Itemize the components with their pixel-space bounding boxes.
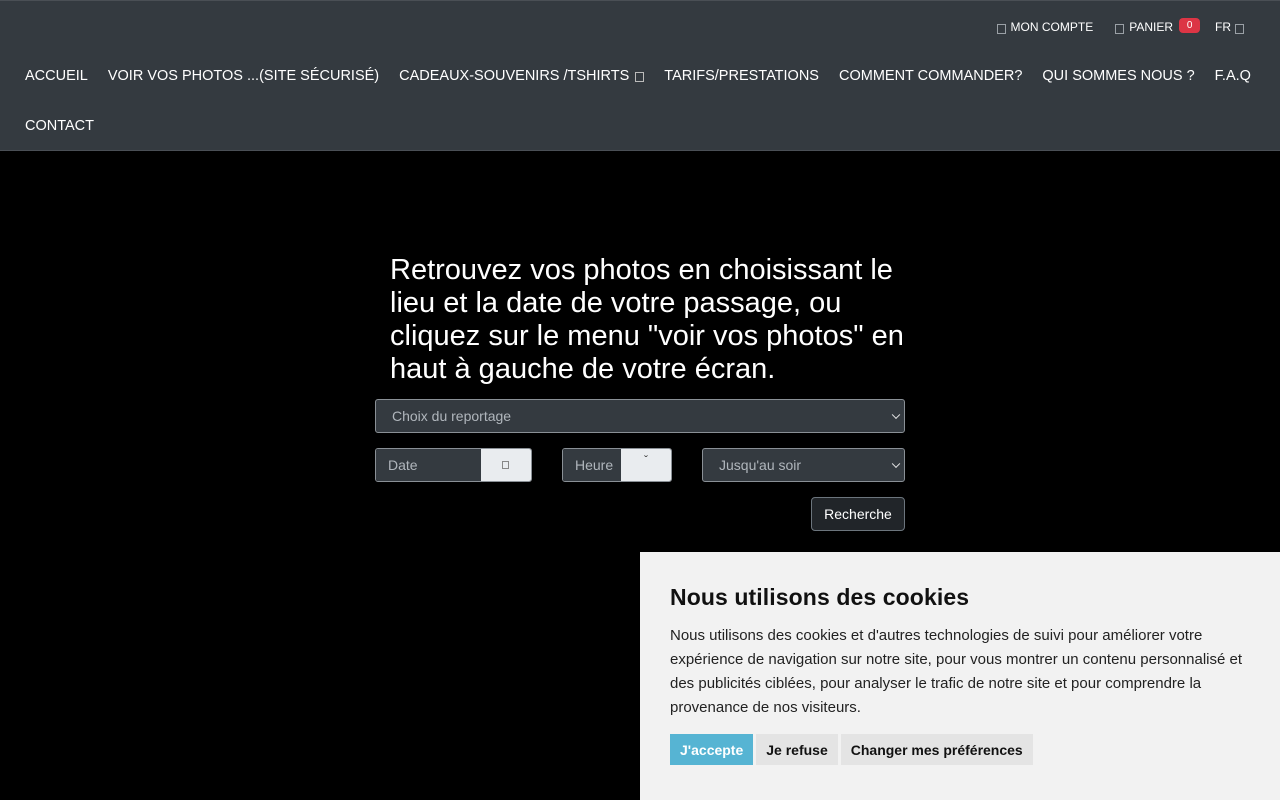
date-input[interactable]: Date	[376, 449, 481, 481]
cart-link[interactable]: PANIER 0	[1115, 18, 1201, 34]
time-field-group: Heure ˇ	[562, 448, 672, 482]
chevron-down-icon	[1235, 23, 1244, 34]
refuse-cookies-button[interactable]: Je refuse	[756, 734, 838, 765]
search-button[interactable]: Recherche	[811, 497, 905, 531]
cookie-title: Nous utilisons des cookies	[670, 584, 970, 610]
calendar-icon	[502, 461, 510, 469]
top-utility-bar: MON COMPTE PANIER 0 FR	[975, 14, 1244, 40]
main-nav-row-2: CONTACT	[25, 118, 114, 134]
reportage-select-value: Choix du reportage	[392, 408, 512, 424]
nav-item-tarifs[interactable]: TARIFS/PRESTATIONS	[664, 68, 819, 84]
account-label: MON COMPTE	[1010, 20, 1094, 34]
cart-icon	[1115, 23, 1125, 34]
user-icon	[996, 23, 1006, 34]
cookie-banner: Nous utilisons des cookies Nous utilison…	[640, 552, 1280, 800]
main-nav: ACCUEIL VOIR VOS PHOTOS ...(SITE SÉCURIS…	[25, 68, 1271, 84]
language-selector[interactable]: FR	[1215, 20, 1244, 34]
chevron-down-icon	[891, 459, 901, 469]
clock-icon: ˇ	[644, 453, 649, 467]
nav-item-cadeaux-label: CADEAUX-SOUVENIRS /TSHIRTS	[399, 68, 630, 84]
nav-item-voir-vos-photos[interactable]: VOIR VOS PHOTOS ...(SITE SÉCURISÉ)	[108, 68, 379, 84]
account-link[interactable]: MON COMPTE	[996, 20, 1094, 34]
dropdown-icon	[635, 72, 645, 82]
cookie-preferences-button[interactable]: Changer mes préférences	[840, 734, 1033, 765]
nav-item-cadeaux[interactable]: CADEAUX-SOUVENIRS /TSHIRTS	[399, 68, 645, 84]
site-header: MON COMPTE PANIER 0 FR ACCUEIL VOIR VOS …	[0, 0, 1280, 151]
reportage-select[interactable]: Choix du reportage	[375, 399, 905, 433]
until-select-value: Jusqu'au soir	[719, 457, 802, 473]
cart-count-badge: 0	[1179, 18, 1201, 33]
cart-label: PANIER	[1129, 20, 1173, 34]
until-select[interactable]: Jusqu'au soir	[702, 448, 905, 482]
calendar-button[interactable]	[480, 449, 531, 481]
cookie-body: Nous utilisons des cookies et d'autres t…	[670, 627, 1243, 716]
time-input[interactable]: Heure	[563, 449, 622, 481]
nav-item-faq[interactable]: F.A.Q	[1215, 68, 1251, 84]
nav-item-contact[interactable]: CONTACT	[25, 118, 94, 134]
accept-cookies-button[interactable]: J'accepte	[670, 734, 754, 765]
nav-item-accueil[interactable]: ACCUEIL	[25, 68, 88, 84]
clock-button[interactable]: ˇ	[621, 449, 671, 481]
nav-item-comment-commander[interactable]: COMMENT COMMANDER?	[839, 68, 1022, 84]
chevron-down-icon	[891, 410, 901, 420]
language-label: FR	[1215, 20, 1231, 34]
nav-item-qui-sommes-nous[interactable]: QUI SOMMES NOUS ?	[1042, 68, 1194, 84]
cookie-actions: J'accepte Je refuse Changer mes préféren…	[670, 734, 1250, 765]
hero-instructions: Retrouvez vos photos en choisissant le l…	[390, 254, 904, 385]
date-field-group: Date	[375, 448, 532, 482]
